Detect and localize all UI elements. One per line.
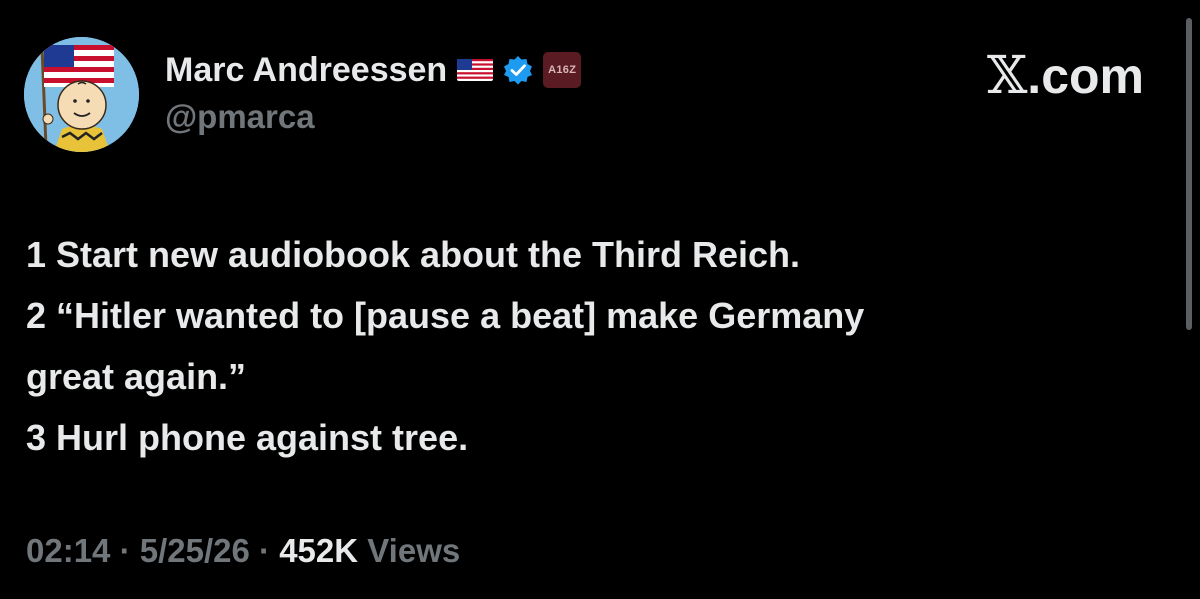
us-flag-icon <box>457 59 494 81</box>
author-name-row: Marc Andreessen A16Z <box>165 48 582 92</box>
author-handle[interactable]: @pmarca <box>165 98 315 136</box>
tweet-time[interactable]: 02:14 <box>26 532 110 569</box>
scrollbar[interactable] <box>1186 18 1192 330</box>
author-display-name[interactable]: Marc Andreessen <box>165 51 447 90</box>
tweet-line: great again.” <box>26 356 247 397</box>
tweet-line: 2 “Hitler wanted to [pause a beat] make … <box>26 295 865 336</box>
tweet-line: 1 Start new audiobook about the Third Re… <box>26 234 801 275</box>
views-count[interactable]: 452K <box>279 532 358 569</box>
verified-badge-icon[interactable] <box>503 55 533 85</box>
tweet-date[interactable]: 5/25/26 <box>140 532 250 569</box>
affiliate-badge[interactable]: A16Z <box>543 52 582 88</box>
tweet-text: 1 Start new audiobook about the Third Re… <box>26 224 1146 468</box>
tweet-meta: 02:14 · 5/25/26 · 452K Views <box>26 532 460 570</box>
x-logo-letter: 𝕏 <box>986 46 1028 106</box>
charlie-brown-flag-avatar-icon <box>24 37 139 152</box>
views-label: Views <box>367 532 461 569</box>
x-logo-suffix: .com <box>1027 48 1144 104</box>
x-logo: 𝕏.com <box>987 46 1144 106</box>
tweet-line: 3 Hurl phone against tree. <box>26 417 469 458</box>
author-avatar[interactable] <box>24 37 139 152</box>
meta-separator: · <box>119 532 131 569</box>
meta-separator: · <box>259 532 271 569</box>
